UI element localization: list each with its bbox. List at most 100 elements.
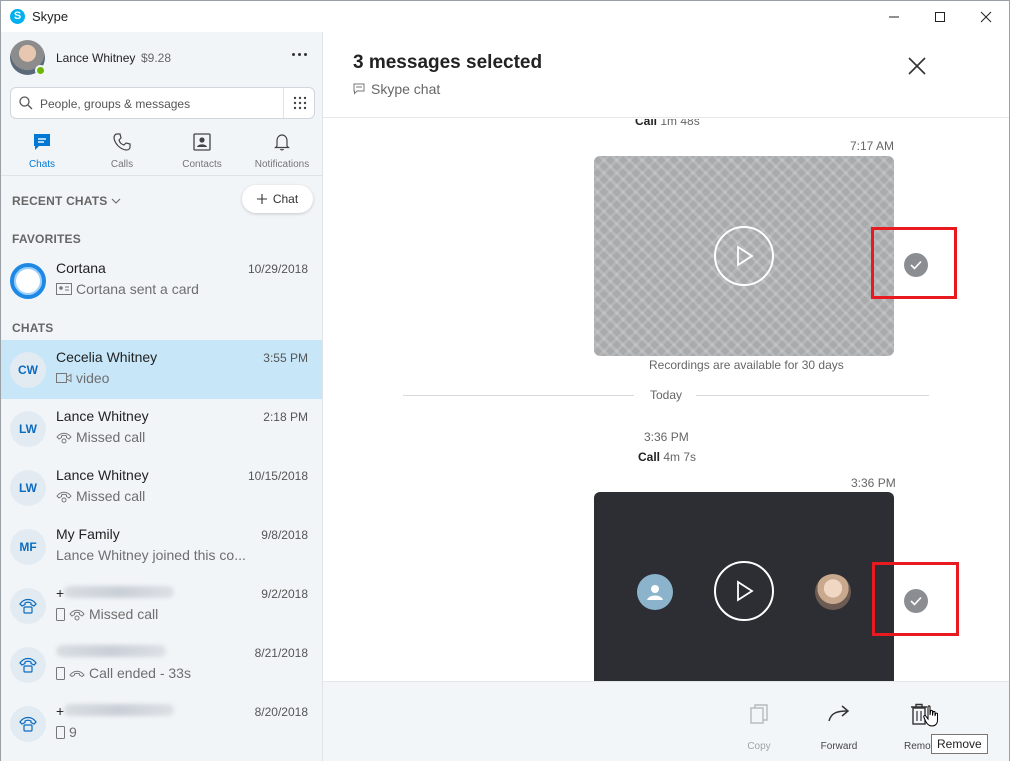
- title-bar: S Skype: [0, 0, 1010, 32]
- play-icon: [737, 245, 754, 267]
- tab-chats[interactable]: Chats: [2, 128, 82, 176]
- video-icon: [56, 373, 72, 383]
- conversation-panel: 3 messages selected Skype chat Call 1m 4…: [323, 32, 1010, 761]
- close-icon: [908, 57, 926, 75]
- chat-type: Skype chat: [353, 81, 440, 97]
- person-icon: [647, 585, 663, 600]
- favorites-heading: FAVORITES: [12, 232, 81, 246]
- participant-avatar: [637, 574, 673, 610]
- redacted-number: [64, 586, 175, 598]
- phone-icon: [19, 598, 37, 614]
- divider: [403, 395, 634, 396]
- skype-credit[interactable]: $9.28: [141, 51, 171, 65]
- search-input[interactable]: People, groups & messages: [40, 97, 190, 111]
- divider: [696, 395, 929, 396]
- close-window-button[interactable]: [963, 1, 1009, 32]
- minimize-button[interactable]: [871, 1, 917, 32]
- tab-notifications[interactable]: Notifications: [242, 128, 322, 176]
- play-button[interactable]: [714, 561, 774, 621]
- chat-preview: Lance Whitney joined this co...: [56, 547, 246, 563]
- phone-icon: [19, 657, 37, 673]
- chat-item[interactable]: MF My Family 9/8/2018 Lance Whitney join…: [1, 517, 322, 576]
- chat-item[interactable]: CW Cecelia Whitney 3:55 PM video: [1, 340, 322, 399]
- call-ended-icon: [69, 670, 85, 678]
- new-chat-button[interactable]: Chat: [242, 185, 313, 213]
- chat-item[interactable]: LW Lance Whitney 2:18 PM Missed call: [1, 399, 322, 458]
- dialpad-button[interactable]: [283, 88, 315, 118]
- chat-name: Lance Whitney: [56, 467, 149, 483]
- tab-contacts[interactable]: Contacts: [162, 128, 242, 176]
- mobile-icon: [56, 725, 65, 739]
- minimize-icon: [889, 16, 899, 17]
- copy-button[interactable]: Copy: [729, 702, 789, 752]
- chat-icon: [34, 134, 50, 150]
- chat-date: 9/2/2018: [261, 587, 308, 601]
- chats-heading: CHATS: [12, 321, 54, 335]
- chat-name: Cecelia Whitney: [56, 349, 158, 365]
- tab-calls-label: Calls: [110, 159, 134, 170]
- cortana-avatar: [10, 263, 46, 299]
- forward-icon: [828, 705, 850, 722]
- sidebar: Lance Whitney $9.28 People, groups & mes…: [0, 32, 323, 761]
- day-divider-label: Today: [650, 388, 683, 402]
- video-recording-thumbnail[interactable]: [594, 492, 894, 681]
- message-list[interactable]: Call 1m 48s 7:17 AM Recordings are avail…: [323, 119, 1009, 681]
- bell-icon: [274, 134, 290, 151]
- play-icon: [737, 580, 754, 602]
- profile-area[interactable]: Lance Whitney $9.28: [10, 40, 310, 76]
- hand-cursor-icon: [923, 705, 938, 727]
- close-icon: [980, 11, 992, 22]
- selection-title: 3 messages selected: [353, 52, 543, 73]
- chat-name: +: [56, 585, 175, 601]
- chat-preview: Missed call: [56, 488, 145, 504]
- skype-logo-icon: S: [10, 9, 25, 24]
- tab-calls[interactable]: Calls: [82, 128, 162, 176]
- copy-icon: [750, 704, 768, 724]
- forward-button[interactable]: Forward: [809, 702, 869, 752]
- chat-date: 2:18 PM: [263, 410, 308, 424]
- chat-date: 10/15/2018: [247, 469, 308, 483]
- tab-chats-label: Chats: [28, 159, 56, 170]
- plus-icon: [256, 194, 267, 204]
- chat-date: 8/21/2018: [254, 646, 308, 660]
- chat-name: [56, 644, 166, 660]
- dialpad-icon: [293, 96, 306, 110]
- maximize-icon: [935, 11, 945, 22]
- highlight-annotation: [872, 562, 959, 636]
- mobile-icon: [56, 607, 65, 621]
- chat-preview: video: [56, 370, 109, 386]
- recordings-note: Recordings are available for 30 days: [649, 358, 844, 372]
- chat-item[interactable]: + 9/2/2018 Missed call: [1, 576, 322, 635]
- play-button[interactable]: [714, 226, 774, 286]
- call-summary: Call 1m 48s: [635, 119, 700, 128]
- avatar: LW: [10, 470, 46, 506]
- message-time: 3:36 PM: [851, 476, 896, 490]
- cancel-selection-button[interactable]: [905, 54, 929, 78]
- selection-action-bar: Copy Forward Remove: [323, 681, 1009, 761]
- search-box[interactable]: People, groups & messages: [10, 87, 315, 119]
- profile-name: Lance Whitney: [56, 51, 136, 65]
- phone-icon: [19, 716, 37, 732]
- redacted-number: [56, 645, 166, 657]
- missed-call-icon: [56, 491, 72, 502]
- call-time: 3:36 PM: [644, 430, 689, 444]
- chat-name: My Family: [56, 526, 120, 542]
- video-recording-thumbnail[interactable]: [594, 156, 894, 356]
- chat-item[interactable]: + 8/20/2018 9: [1, 694, 322, 753]
- chat-date: 10/29/2018: [247, 262, 308, 276]
- more-options-button[interactable]: [287, 42, 311, 66]
- presence-online-icon: [35, 65, 46, 76]
- chat-item[interactable]: 8/21/2018 Call ended - 33s: [1, 635, 322, 694]
- phone-contact-avatar: [10, 706, 46, 742]
- selection-header: 3 messages selected Skype chat: [323, 32, 1009, 118]
- card-icon: [56, 283, 72, 295]
- chat-item-cortana[interactable]: Cortana 10/29/2018 Cortana sent a card: [1, 251, 322, 310]
- chat-item[interactable]: LW Lance Whitney 10/15/2018 Missed call: [1, 458, 322, 517]
- maximize-button[interactable]: [917, 1, 963, 32]
- phone-icon: [113, 133, 131, 151]
- chat-name: Lance Whitney: [56, 408, 149, 424]
- chat-date: 3:55 PM: [263, 351, 308, 365]
- call-summary: Call 4m 7s: [638, 450, 697, 464]
- recent-chats-dropdown[interactable]: RECENT CHATS: [12, 194, 121, 208]
- chat-name: Cortana: [56, 260, 106, 276]
